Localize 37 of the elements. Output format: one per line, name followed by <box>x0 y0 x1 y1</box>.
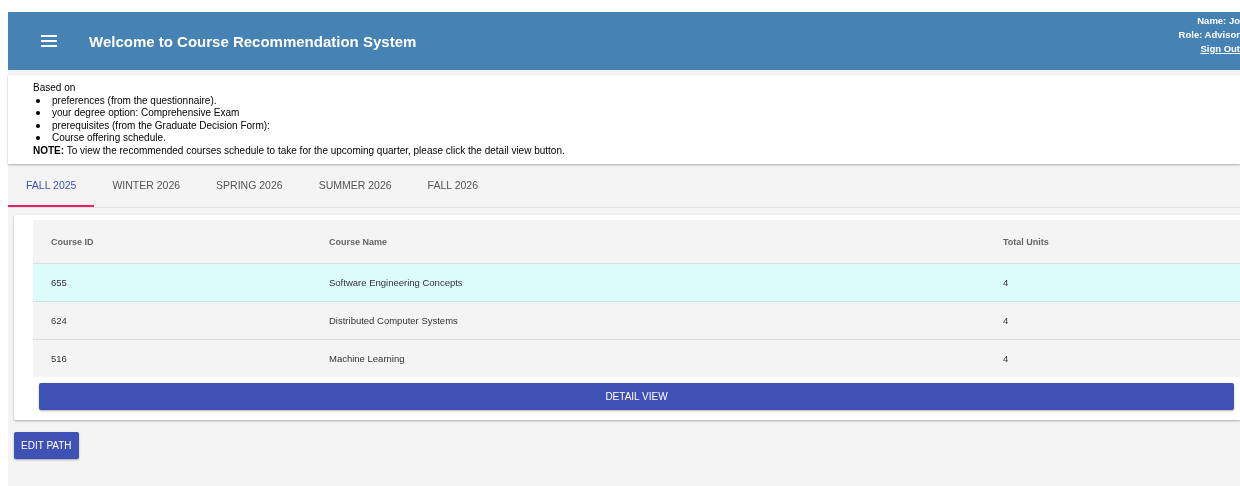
column-header: Course Name <box>329 236 389 247</box>
info-item: your degree option: Comprehensive Exam <box>52 107 240 120</box>
column-header: Course ID <box>51 236 95 247</box>
bullet-icon <box>36 123 40 128</box>
course-row[interactable]: 655 Software Engineering Concepts 4 <box>33 264 1240 302</box>
info-item: preferences (from the questionnaire). <box>52 94 217 107</box>
course-row[interactable]: 624 Distributed Computer Systems 4 <box>33 302 1240 340</box>
table-cell-text: Distributed Computer Systems <box>329 315 459 326</box>
user-info: Name: Jo <box>1197 14 1240 28</box>
edit-path-button[interactable]: EDIT PATH <box>14 432 79 459</box>
info-item: Course offering schedule. <box>52 132 166 145</box>
table-cell-text: Software Engineering Concepts <box>329 277 464 288</box>
semester-tab[interactable]: SPRING 2026 <box>198 164 301 207</box>
table-cell: 4 <box>1003 277 1009 288</box>
app-title: Welcome to Course Recommendation System <box>89 32 417 50</box>
semester-tab[interactable]: SUMMER 2026 <box>300 164 410 207</box>
course-row[interactable]: 516 Machine Learning 4 <box>33 340 1240 377</box>
detail-view-button[interactable]: DETAIL VIEW <box>39 383 1234 410</box>
table-cell-text: 655 <box>51 277 68 288</box>
sign-out-link[interactable]: Sign Out <box>1200 42 1240 56</box>
table-cell: 4 <box>1003 353 1009 364</box>
info-note: NOTE: To view the recommended courses schedule to take for the upcoming quarter, please click the detail view button. <box>33 144 566 157</box>
semester-tab[interactable]: WINTER 2026 <box>94 164 199 207</box>
table-cell-text: 516 <box>51 353 68 364</box>
bullet-icon <box>36 111 40 116</box>
column-header: Total Units <box>1003 236 1049 247</box>
bullet-icon <box>36 98 40 103</box>
info-item: prerequisites (from the Graduate Decision Form): <box>52 119 270 132</box>
semester-tab[interactable]: FALL 2026 <box>409 164 496 207</box>
user-info: Role: Advisor <box>1178 28 1240 42</box>
table-cell: 4 <box>1003 315 1009 326</box>
info-intro: Based on <box>33 82 77 95</box>
semester-tab[interactable]: FALL 2025 <box>8 164 95 207</box>
table-cell-text: Machine Learning <box>329 353 406 364</box>
bullet-icon <box>36 136 40 141</box>
table-cell-text: 624 <box>51 315 68 326</box>
menu-icon[interactable] <box>41 35 57 47</box>
